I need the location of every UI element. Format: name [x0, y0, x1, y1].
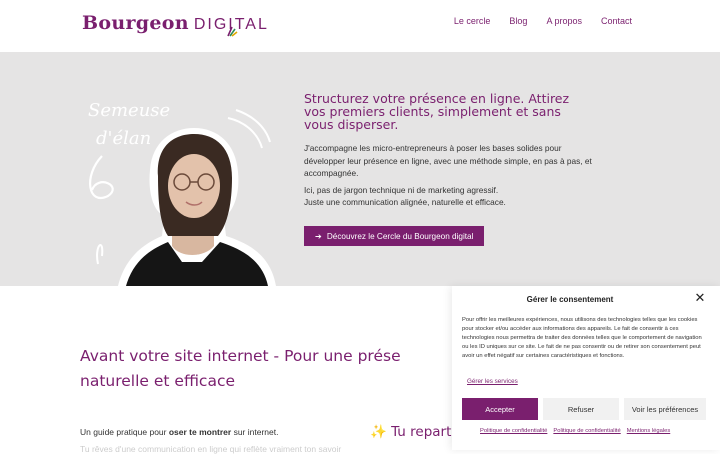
preferences-button[interactable]: Voir les préférences	[624, 398, 706, 420]
manage-services-link[interactable]: Gérer les services	[467, 378, 518, 385]
consent-title: Gérer le consentement	[526, 295, 614, 304]
legal-notice-link[interactable]: Mentions légales	[627, 428, 671, 434]
logo-word: Bourgeon	[82, 12, 189, 34]
hero-paragraph-1: J'accompagne les micro-entrepreneurs à p…	[304, 143, 592, 178]
logo-sprout-icon	[227, 26, 238, 37]
hero-paragraph-2-line-2: Juste une communication alignée, naturel…	[304, 197, 506, 207]
privacy-policy-link-2[interactable]: Politique de confidentialité	[553, 428, 620, 434]
section-title: Avant votre site internet - Pour une pré…	[80, 344, 460, 394]
script-text-1: Semeuse	[88, 100, 170, 121]
hero-paragraph-2-line-1: Ici, pas de jargon technique ni de marke…	[304, 185, 499, 195]
section-title-line-2: naturelle et efficace	[80, 372, 236, 390]
nav-blog[interactable]: Blog	[509, 16, 527, 26]
tu-repart-heading: ✨ Tu repart	[370, 424, 452, 440]
logo[interactable]: Bourgeon DIGITAL	[82, 12, 269, 34]
hero-title: Structurez votre présence en ligne. Atti…	[304, 91, 570, 132]
sparkle-icon: ✨	[370, 424, 387, 440]
accept-button[interactable]: Accepter	[462, 398, 538, 420]
main-nav: Le cercle Blog A propos Contact	[454, 16, 632, 26]
privacy-policy-link-1[interactable]: Politique de confidentialité	[480, 428, 547, 434]
guide-text: Un guide pratique pour oser te montrer s…	[80, 427, 279, 437]
close-icon[interactable]: ✕	[694, 292, 706, 305]
nav-contact[interactable]: Contact	[601, 16, 632, 26]
consent-body: Pour offrir les meilleures expériences, …	[462, 317, 702, 359]
arrow-right-icon: ➔	[315, 232, 322, 241]
faded-text: Tu rêves d'une communication en ligne qu…	[80, 444, 342, 454]
guide-bold: oser te montrer	[168, 427, 232, 437]
hero-section: Semeuse d'élan Structurez votre présence…	[0, 52, 720, 286]
refuse-button[interactable]: Refuser	[543, 398, 619, 420]
site-header: Bourgeon DIGITAL Le cercle Blog A propos…	[0, 0, 720, 52]
nav-le-cercle[interactable]: Le cercle	[454, 16, 491, 26]
cercle-cta-button[interactable]: ➔ Découvrez le Cercle du Bourgeon digita…	[304, 226, 485, 246]
cta-label: Découvrez le Cercle du Bourgeon digital	[326, 231, 474, 241]
consent-footer-links: Politique de confidentialité Politique d…	[480, 428, 670, 434]
script-text-2: d'élan	[96, 128, 151, 149]
hero-portrait-illustration: Semeuse d'élan	[88, 100, 276, 286]
cookie-consent-dialog: Gérer le consentement ✕ Pour offrir les …	[452, 286, 720, 450]
nav-a-propos[interactable]: A propos	[546, 16, 582, 26]
section-title-line-1: Avant votre site internet - Pour une pré…	[80, 347, 401, 365]
